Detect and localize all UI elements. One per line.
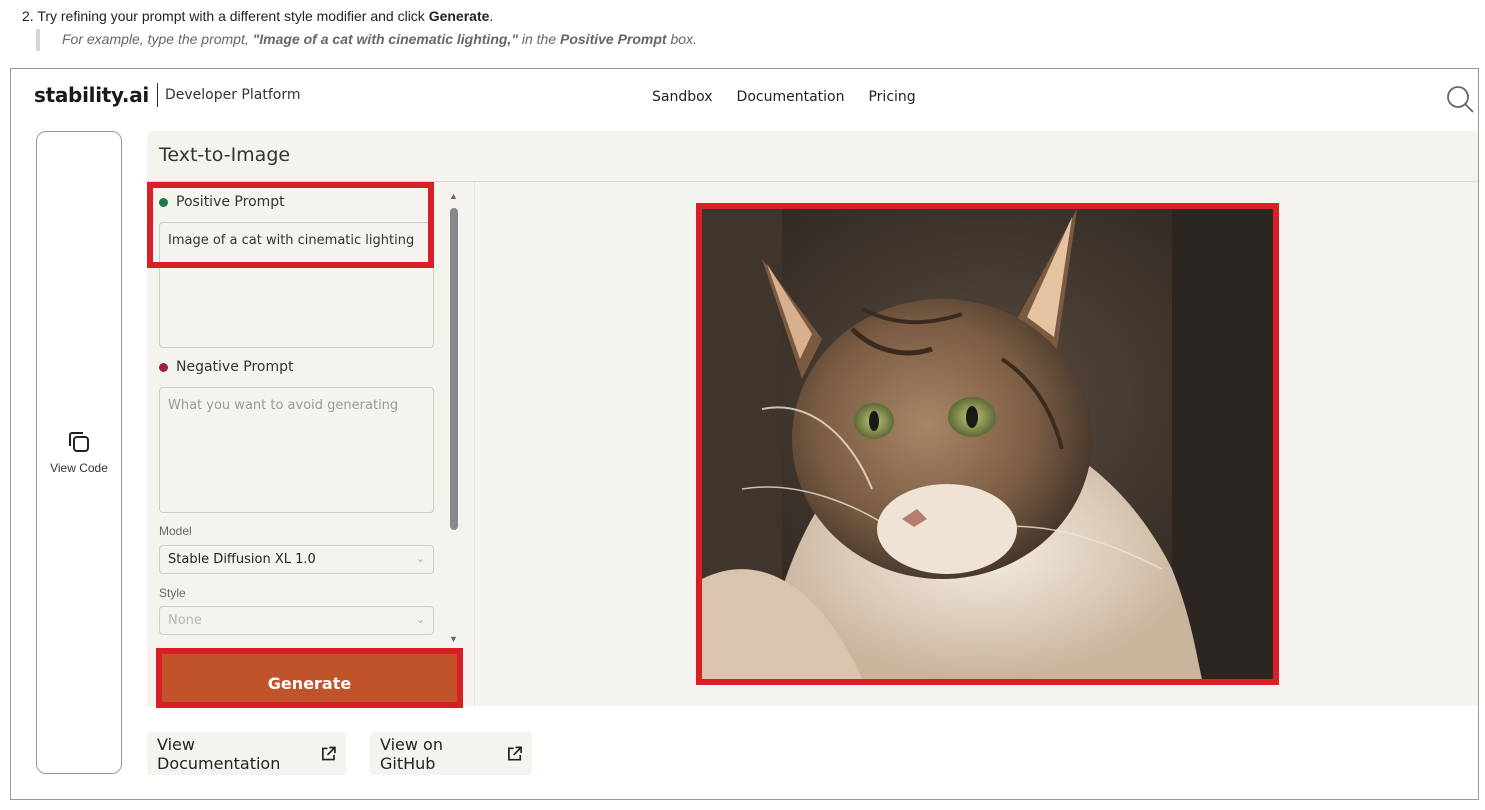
search-icon[interactable] bbox=[1446, 85, 1474, 113]
view-on-github-button[interactable]: View on GitHub bbox=[370, 732, 532, 775]
form-scrollbar[interactable]: ▲ ▼ bbox=[447, 191, 461, 644]
quote-end: box. bbox=[666, 31, 697, 47]
view-documentation-button[interactable]: View Documentation bbox=[147, 732, 346, 775]
view-documentation-label: View Documentation bbox=[157, 734, 281, 773]
generated-cat-image[interactable] bbox=[696, 203, 1279, 685]
style-value: None bbox=[168, 613, 202, 628]
logo[interactable]: stability.ai bbox=[34, 83, 149, 107]
view-code-button[interactable]: View Code bbox=[37, 429, 121, 475]
doc-quote: For example, type the prompt, "Image of … bbox=[36, 29, 697, 51]
nav-documentation[interactable]: Documentation bbox=[737, 89, 845, 105]
brand-divider bbox=[156, 83, 158, 107]
scroll-thumb[interactable] bbox=[450, 208, 458, 530]
negative-dot bbox=[159, 362, 168, 372]
nav-pricing[interactable]: Pricing bbox=[868, 89, 915, 105]
external-link-icon bbox=[322, 746, 336, 760]
step-end: . bbox=[489, 8, 494, 24]
model-label: Model bbox=[159, 524, 192, 538]
external-link-icon bbox=[507, 746, 522, 761]
quote-box: Positive Prompt bbox=[560, 31, 667, 47]
brand-subtitle: Developer Platform bbox=[164, 87, 301, 103]
chevron-down-icon: ⌄ bbox=[415, 613, 425, 626]
view-code-label: View Code bbox=[50, 461, 108, 475]
panel-title: Text-to-Image bbox=[159, 144, 291, 166]
prompt-form: Positive Prompt Image of a cat with cine… bbox=[159, 191, 449, 691]
step-bold: Generate bbox=[428, 8, 490, 24]
scroll-up-arrow-icon[interactable]: ▲ bbox=[449, 191, 458, 201]
quote-mid: in the bbox=[517, 31, 560, 47]
model-value: Stable Diffusion XL 1.0 bbox=[168, 552, 316, 567]
screenshot-frame: stability.ai Developer Platform Sandbox … bbox=[10, 68, 1479, 800]
negative-prompt-input[interactable]: What you want to avoid generating bbox=[159, 387, 434, 513]
positive-label-text: Positive Prompt bbox=[176, 194, 285, 210]
nav-sandbox[interactable]: Sandbox bbox=[652, 89, 713, 105]
style-select[interactable]: None ⌄ bbox=[159, 606, 434, 635]
positive-prompt-input[interactable]: Image of a cat with cinematic lighting bbox=[159, 222, 434, 348]
positive-prompt-label: Positive Prompt bbox=[159, 194, 285, 210]
side-panel: View Code bbox=[36, 131, 122, 774]
top-nav: Sandbox Documentation Pricing bbox=[652, 89, 916, 105]
positive-dot bbox=[159, 197, 168, 207]
negative-prompt-label: Negative Prompt bbox=[159, 359, 294, 375]
copy-icon bbox=[69, 432, 89, 452]
doc-step-text: 2. Try refining your prompt with a diffe… bbox=[22, 8, 493, 24]
negative-label-text: Negative Prompt bbox=[176, 359, 294, 375]
chevron-down-icon: ⌄ bbox=[415, 552, 425, 565]
generate-button[interactable]: Generate bbox=[156, 648, 463, 708]
style-label: Style bbox=[159, 586, 186, 600]
brand: stability.ai Developer Platform bbox=[34, 83, 300, 107]
scroll-down-arrow-icon[interactable]: ▼ bbox=[449, 634, 458, 644]
quote-prompt: "Image of a cat with cinematic lighting,… bbox=[252, 31, 518, 47]
quote-lead: For example, type the prompt, bbox=[62, 31, 253, 47]
view-on-github-label: View on GitHub bbox=[380, 734, 443, 773]
step-text: 2. Try refining your prompt with a diffe… bbox=[22, 8, 429, 24]
model-select[interactable]: Stable Diffusion XL 1.0 ⌄ bbox=[159, 545, 434, 574]
